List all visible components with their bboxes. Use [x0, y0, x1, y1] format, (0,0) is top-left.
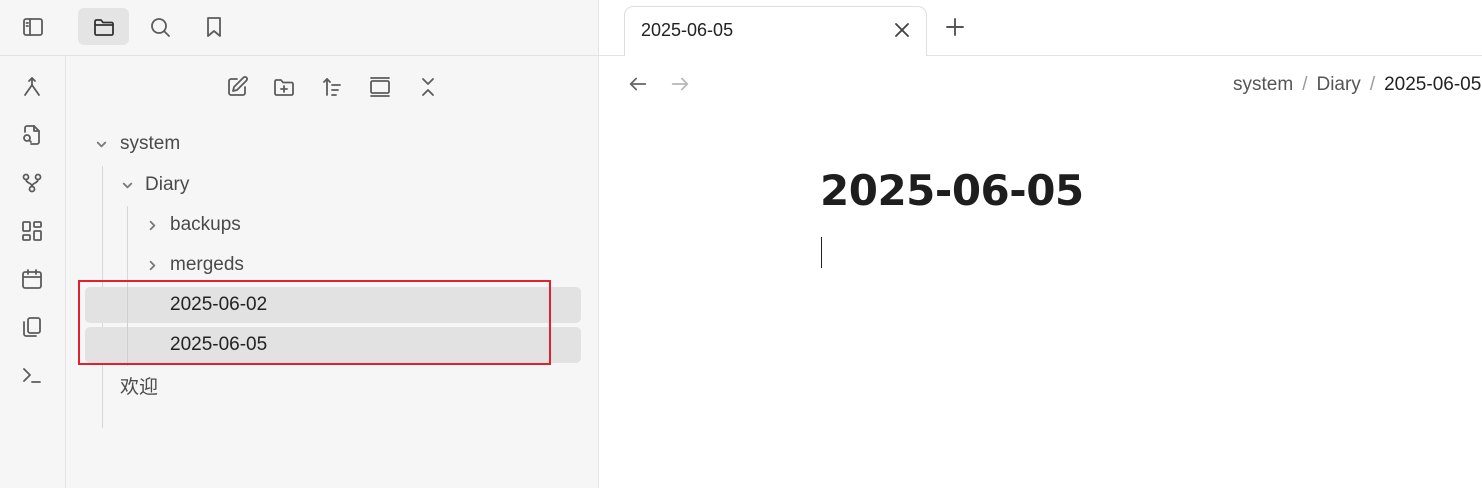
text-cursor: [821, 237, 822, 268]
bookmark-icon[interactable]: [195, 9, 233, 45]
breadcrumb-separator: /: [1369, 74, 1376, 95]
sidebar-toggle-icon[interactable]: [14, 9, 52, 45]
tree-label: Diary: [145, 174, 190, 195]
highlight-annotation: [78, 280, 551, 365]
chevron-down-icon: [92, 135, 110, 153]
left-ribbon: [0, 56, 66, 488]
breadcrumb-separator: /: [1302, 74, 1308, 95]
calendar-icon[interactable]: [13, 261, 51, 297]
new-folder-icon[interactable]: [266, 70, 302, 104]
top-toolbar: [0, 0, 598, 56]
terminal-icon[interactable]: [13, 357, 51, 393]
tab-bar-cover: [625, 55, 926, 56]
search-icon[interactable]: [141, 9, 179, 45]
breadcrumb-current[interactable]: 2025-06-05: [1384, 74, 1481, 96]
sort-icon[interactable]: [314, 70, 350, 104]
tree-folder-mergeds[interactable]: mergeds: [86, 247, 581, 283]
dashboard-icon[interactable]: [13, 213, 51, 249]
file-explorer: system Diary backups mergeds 2025-06-02 …: [66, 56, 598, 488]
tab-active[interactable]: 2025-06-05: [624, 6, 927, 56]
tree-label: backups: [170, 214, 241, 235]
collapse-all-icon[interactable]: [410, 70, 446, 104]
tree-folder-backups[interactable]: backups: [86, 207, 581, 243]
graph-icon[interactable]: [13, 165, 51, 201]
chevron-down-icon: [118, 176, 136, 194]
tree-folder-system[interactable]: system: [86, 126, 581, 162]
document-title[interactable]: 2025-06-05: [820, 166, 1084, 215]
tree-label: mergeds: [170, 254, 244, 275]
breadcrumb-system[interactable]: system: [1233, 74, 1293, 96]
new-note-icon[interactable]: [219, 70, 255, 104]
merge-icon[interactable]: [13, 69, 51, 105]
new-tab-icon[interactable]: [943, 15, 967, 39]
tree-label: 欢迎: [120, 376, 159, 398]
chevron-right-icon: [143, 256, 161, 274]
folder-icon[interactable]: [78, 8, 129, 45]
tree-folder-diary[interactable]: Diary: [86, 167, 581, 203]
collapse-view-icon[interactable]: [362, 70, 398, 104]
tab-title: 2025-06-05: [641, 20, 734, 40]
close-icon[interactable]: [890, 18, 914, 42]
chevron-right-icon: [143, 216, 161, 234]
breadcrumb: system / Diary / 2025-06-05: [1233, 74, 1481, 96]
tree-label: system: [120, 133, 181, 154]
forward-arrow-icon[interactable]: [669, 73, 691, 95]
back-arrow-icon[interactable]: [627, 73, 649, 95]
breadcrumb-diary[interactable]: Diary: [1316, 74, 1360, 96]
tree-file-welcome[interactable]: 欢迎: [86, 367, 581, 403]
file-search-icon[interactable]: [13, 117, 51, 153]
copy-icon[interactable]: [13, 309, 51, 345]
